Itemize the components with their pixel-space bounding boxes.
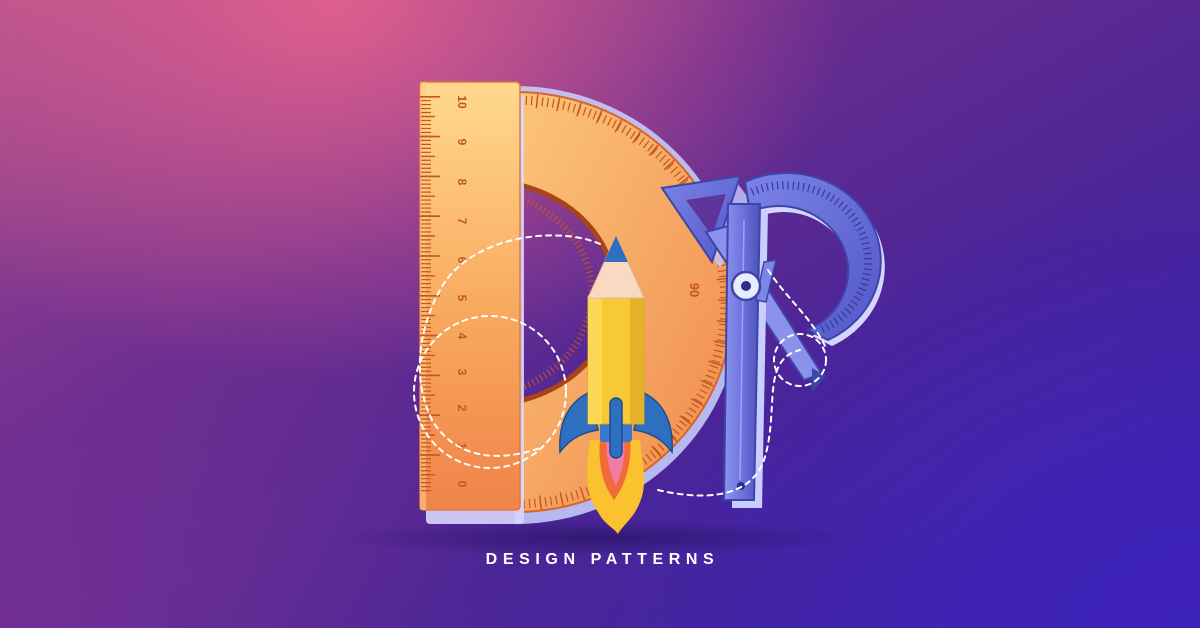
ruler-number: 3 xyxy=(455,369,469,376)
ruler-number: 9 xyxy=(455,139,469,146)
illustration: 90 10 9 8 7 6 5 4 3 2 1 0 xyxy=(330,81,885,556)
ruler-number: 8 xyxy=(455,179,469,186)
ruler-number: 10 xyxy=(455,95,469,109)
banner-title: DESIGN PATTERNS xyxy=(485,551,720,568)
design-patterns-banner: 90 10 9 8 7 6 5 4 3 2 1 0 DESIGN PATTERN… xyxy=(0,0,1200,628)
protractor-label: 90 xyxy=(687,283,702,297)
ruler-number: 5 xyxy=(455,295,469,302)
ruler-number: 2 xyxy=(455,405,469,412)
ruler-number: 4 xyxy=(455,333,469,340)
ruler-number: 0 xyxy=(455,481,469,488)
ruler-icon: 10 9 8 7 6 5 4 3 2 1 0 xyxy=(419,81,524,524)
ruler-number: 7 xyxy=(455,218,469,225)
